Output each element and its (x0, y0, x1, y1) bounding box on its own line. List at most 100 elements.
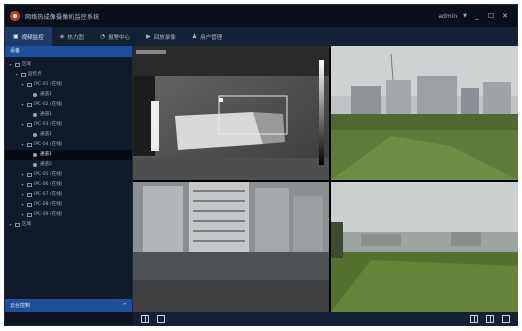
expand-toggle-icon[interactable]: ▾ (20, 180, 25, 190)
tree-node-label: IPC-02 (在线) (34, 102, 63, 107)
tree-node-label: IPC-01 (在线) (34, 82, 63, 87)
tab-live-view[interactable]: ▣ 视频监控 (5, 27, 52, 46)
heatmap-icon: ◈ (59, 33, 65, 40)
chevron-up-icon[interactable]: ^ (123, 303, 127, 309)
device-sidebar: 设备 ▾ 区域 ▾ 监控点 ▾ IPC-01 (在线) 通道1 ▾ IPC-02 (在线) 通道1… (5, 46, 133, 312)
tree-node-label: IPC-07 (在线) (34, 192, 63, 197)
expand-toggle-icon[interactable]: ▾ (14, 70, 19, 80)
expand-toggle-icon[interactable]: ▾ (20, 100, 25, 110)
tree-node[interactable]: ▾ IPC-07 (在线) (5, 190, 132, 200)
tab-heatmap[interactable]: ◈ 热力图 (52, 27, 92, 46)
user-icon: ♟ (191, 33, 198, 40)
tree-node-label: IPC-08 (在线) (34, 202, 63, 207)
monitor-icon: ▣ (13, 33, 19, 40)
video-grid (133, 46, 518, 312)
record-icon[interactable] (486, 315, 494, 323)
expand-toggle-icon[interactable]: ▾ (20, 120, 25, 130)
sidebar-header: 设备 (5, 46, 132, 57)
ptz-panel-toggle[interactable]: 云台控制 ^ (5, 299, 132, 312)
folder-icon (15, 63, 20, 67)
tree-node[interactable]: 通道1 (5, 150, 132, 160)
title-bar: 网络热成像摄像机监控系统 admin ▼ _ ☐ ✕ (5, 5, 517, 27)
main-nav: ▣ 视频监控 ◈ 热力图 ◔ 报警中心 ▶ 回放录像 ♟ 用户管理 (5, 27, 517, 46)
tree-node[interactable]: 通道2 (5, 160, 132, 170)
tree-node[interactable]: ▾ IPC-02 (在线) (5, 100, 132, 110)
expand-toggle-icon[interactable]: ▾ (20, 190, 25, 200)
expand-toggle-icon[interactable]: ▾ (8, 60, 13, 70)
view-toolbar (133, 312, 518, 326)
alarm-icon: ◔ (99, 33, 106, 40)
folder-icon (27, 213, 32, 217)
folder-icon (21, 73, 26, 77)
tree-node[interactable]: ▾ IPC-06 (在线) (5, 180, 132, 190)
grid-layout-icon[interactable] (470, 315, 478, 323)
folder-icon (27, 193, 32, 197)
folder-icon (27, 123, 32, 127)
tree-node-label: IPC-09 (在线) (34, 212, 63, 217)
tree-node-label: 通道2 (40, 162, 52, 167)
expand-toggle-icon[interactable]: ▾ (20, 170, 25, 180)
video-pane-thermal[interactable] (133, 46, 329, 180)
snapshot-icon[interactable] (157, 315, 165, 323)
maximize-button[interactable]: ☐ (487, 12, 495, 20)
camera-icon (33, 133, 37, 137)
tab-label: 回放录像 (153, 34, 176, 41)
tab-label: 用户管理 (200, 34, 223, 41)
ptz-label: 云台控制 (10, 303, 31, 309)
tree-node-label: IPC-05 (在线) (34, 172, 63, 177)
device-tree: ▾ 区域 ▾ 监控点 ▾ IPC-01 (在线) 通道1 ▾ IPC-02 (在线) 通道1 ▾ IP… (5, 57, 132, 230)
folder-icon (27, 103, 32, 107)
tree-node[interactable]: ▾ 区域 (5, 60, 132, 70)
camera-icon (33, 93, 37, 97)
camera-icon (33, 153, 37, 157)
tree-node[interactable]: ▾ 监控点 (5, 70, 132, 80)
tree-node-label: 通道1 (40, 132, 52, 137)
tree-node[interactable]: 通道1 (5, 90, 132, 100)
video-pane-3[interactable] (133, 182, 329, 312)
tab-label: 热力图 (67, 34, 84, 41)
tree-node[interactable]: ▾ IPC-03 (在线) (5, 120, 132, 130)
tree-node[interactable]: ▾ IPC-08 (在线) (5, 200, 132, 210)
playback-icon: ▶ (146, 33, 151, 40)
tab-label: 报警中心 (108, 34, 131, 41)
expand-toggle-icon[interactable]: ▾ (20, 80, 25, 90)
app-logo-icon (10, 11, 20, 21)
tree-node[interactable]: ▾ IPC-05 (在线) (5, 170, 132, 180)
tree-node[interactable]: 通道1 (5, 110, 132, 120)
layout-icon[interactable] (141, 315, 149, 323)
video-pane-4[interactable] (331, 182, 518, 312)
tree-node[interactable]: ▾ IPC-01 (在线) (5, 80, 132, 90)
minimize-button[interactable]: _ (473, 12, 481, 20)
app-title: 网络热成像摄像机监控系统 (25, 13, 100, 21)
user-menu[interactable]: admin (438, 13, 457, 20)
tree-node-label: 区域 (22, 222, 31, 227)
expand-toggle-icon[interactable]: ▾ (20, 200, 25, 210)
tab-alarm[interactable]: ◔ 报警中心 (92, 27, 138, 46)
expand-toggle-icon[interactable]: ▾ (20, 140, 25, 150)
tree-node-label: 通道1 (40, 92, 52, 97)
tree-node-label: 监控点 (28, 72, 42, 77)
tree-node-label: IPC-06 (在线) (34, 182, 63, 187)
tree-node-label: IPC-03 (在线) (34, 122, 63, 127)
tree-node[interactable]: ▾ IPC-04 (在线) (5, 140, 132, 150)
fullscreen-icon[interactable] (502, 315, 510, 323)
chevron-down-icon[interactable]: ▼ (463, 13, 467, 19)
tree-node-label: 通道1 (40, 152, 52, 157)
tree-node[interactable]: ▾ 区域 (5, 220, 132, 230)
folder-icon (15, 223, 20, 227)
folder-icon (27, 143, 32, 147)
tree-node-label: 区域 (22, 62, 31, 67)
close-button[interactable]: ✕ (501, 12, 509, 20)
folder-icon (27, 173, 32, 177)
expand-toggle-icon[interactable]: ▾ (20, 210, 25, 220)
tree-node[interactable]: 通道1 (5, 130, 132, 140)
tree-node-label: IPC-04 (在线) (34, 142, 63, 147)
tree-node-label: 通道1 (40, 112, 52, 117)
tab-playback[interactable]: ▶ 回放录像 (138, 27, 184, 46)
expand-toggle-icon[interactable]: ▾ (8, 220, 13, 230)
folder-icon (27, 183, 32, 187)
tree-node[interactable]: ▾ IPC-09 (在线) (5, 210, 132, 220)
tab-label: 视频监控 (21, 34, 44, 41)
video-pane-2[interactable] (331, 46, 518, 180)
tab-users[interactable]: ♟ 用户管理 (184, 27, 230, 46)
